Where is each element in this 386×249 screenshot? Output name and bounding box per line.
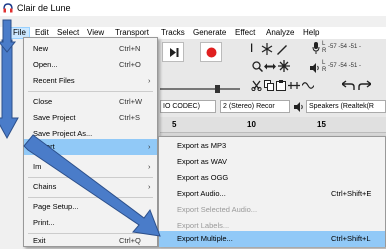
export-as-ogg[interactable]: Export as OGG (159, 170, 385, 186)
zoom-tool-icon[interactable] (252, 61, 263, 72)
export-audio[interactable]: Export Audio... Ctrl+Shift+E (159, 186, 385, 202)
record-meter-channel-r: R (322, 48, 327, 54)
export-as-wav[interactable]: Export as WAV (159, 154, 385, 170)
file-menu-save-project[interactable]: Save Project Ctrl+S (24, 110, 157, 126)
menu-generate[interactable]: Generate (190, 27, 229, 39)
menu-item-label: Export as OGG (177, 173, 229, 182)
record-button[interactable] (200, 42, 222, 62)
menu-item-label: Open... (33, 60, 58, 69)
ruler-tick-15: 15 (317, 120, 326, 129)
menu-item-label: Page Setup... (33, 202, 79, 211)
file-menu-recent-files[interactable]: Recent Files › (24, 73, 157, 89)
menu-item-label: Save Project (33, 113, 76, 122)
submenu-arrow-icon: › (148, 76, 151, 85)
menu-item-label: Export as WAV (177, 157, 228, 166)
export-multiple[interactable]: Export Multiple... Ctrl+Shift+L (159, 231, 385, 247)
menu-item-label: Export (33, 142, 55, 151)
menu-help[interactable]: Help (300, 27, 322, 39)
submenu-arrow-icon: › (148, 162, 151, 171)
menu-separator (28, 91, 153, 92)
skip-end-button[interactable] (162, 42, 184, 62)
export-submenu: Export as MP3 Export as WAV Export as OG… (158, 136, 386, 247)
menu-item-shortcut: Ctrl+O (119, 60, 141, 69)
menu-item-shortcut: Ctrl+S (119, 113, 141, 122)
record-icon (206, 47, 217, 58)
silence-audio-icon[interactable] (302, 80, 314, 91)
menu-item-shortcut: Ctrl+Shift+L (331, 234, 371, 243)
menu-item-label: Im (33, 162, 42, 171)
title-bar: Clair de Lune (0, 0, 386, 16)
draw-tool-icon[interactable] (276, 43, 288, 55)
menu-item-label: Export as MP3 (177, 141, 227, 150)
menu-item-label: Print... (33, 218, 55, 227)
speaker-icon (310, 63, 319, 73)
copy-icon[interactable] (264, 80, 274, 91)
menu-item-shortcut: Ctrl+W (119, 97, 143, 106)
menu-item-label: New (33, 44, 49, 53)
file-menu-open[interactable]: Open... Ctrl+O (24, 57, 157, 73)
menu-item-label: Export Multiple... (177, 234, 233, 243)
output-speaker-icon (294, 102, 303, 112)
playback-speed-knob[interactable] (215, 85, 220, 93)
submenu-arrow-icon: › (148, 142, 151, 151)
file-menu-import[interactable]: Im › (24, 159, 157, 175)
menu-analyze[interactable]: Analyze (263, 27, 297, 39)
record-meter-channel-l: L (322, 41, 326, 47)
export-as-mp3[interactable]: Export as MP3 (159, 138, 385, 154)
cut-icon[interactable] (251, 80, 262, 91)
menu-item-label: Recent Files (33, 76, 75, 85)
host-select[interactable]: IO CODEC) (160, 100, 216, 113)
playback-meter-channel-r: R (322, 67, 327, 73)
file-menu-chains[interactable]: Chains › (24, 179, 157, 195)
menu-item-shortcut: Ctrl+N (119, 44, 141, 53)
playback-meter-channel-l: L (322, 60, 326, 66)
submenu-arrow-icon: › (148, 182, 151, 191)
trim-audio-icon[interactable] (288, 80, 300, 91)
menu-item-label: Close (33, 97, 53, 106)
record-meter[interactable]: -57 -54 -51 - (328, 44, 361, 51)
menu-item-shortcut: Ctrl+Shift+E (331, 189, 372, 198)
playback-speed-slider[interactable] (160, 88, 240, 90)
file-menu-print[interactable]: Print... (24, 215, 157, 231)
arrow-down-icon (0, 39, 19, 140)
playback-device-select[interactable]: Speakers (Realtek(R (306, 100, 386, 113)
file-menu-new[interactable]: New Ctrl+N (24, 41, 157, 57)
recording-channels-select[interactable]: 2 (Stereo) Recor (220, 100, 290, 113)
file-menu-export[interactable]: Export › (24, 139, 157, 155)
menu-item-label: Export Audio... (177, 189, 226, 198)
toolbar-area: I L R -57 -54 -51 - L R -57 -54 -51 - IO… (160, 39, 386, 117)
file-menu: New Ctrl+N Open... Ctrl+O Recent Files ›… (23, 37, 158, 247)
playback-meter[interactable]: -57 -54 -51 - (328, 63, 361, 70)
export-selected-audio: Export Selected Audio... (159, 202, 385, 218)
menu-separator (28, 177, 153, 178)
undo-icon[interactable] (342, 80, 355, 91)
menu-effect[interactable]: Effect (232, 27, 258, 39)
skip-end-icon (170, 48, 179, 57)
microphone-icon (312, 42, 320, 54)
paste-icon[interactable] (276, 80, 286, 91)
menu-item-label: Export Selected Audio... (177, 205, 258, 214)
envelope-tool-icon[interactable] (261, 43, 273, 55)
file-menu-page-setup[interactable]: Page Setup... (24, 199, 157, 215)
time-shift-tool-icon[interactable] (264, 61, 276, 72)
menu-item-label: Chains (33, 182, 57, 191)
timeline-ruler[interactable]: 5 10 15 (160, 117, 386, 133)
ruler-tick-5: 5 (172, 120, 177, 129)
audacity-headphones-icon (3, 3, 13, 13)
ruler-tick-10: 10 (247, 120, 256, 129)
file-menu-close[interactable]: Close Ctrl+W (24, 94, 157, 110)
multi-tool-icon[interactable] (278, 60, 290, 72)
selection-tool-icon[interactable]: I (250, 42, 253, 54)
menu-separator (28, 197, 153, 198)
menu-tracks[interactable]: Tracks (158, 27, 188, 39)
redo-icon[interactable] (358, 80, 371, 91)
window-title: Clair de Lune (17, 3, 71, 13)
